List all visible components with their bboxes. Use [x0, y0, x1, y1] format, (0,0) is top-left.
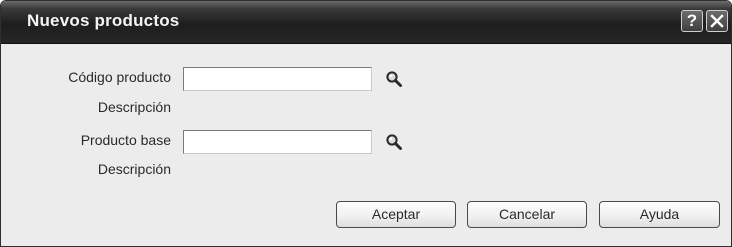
- base-product-search-icon[interactable]: [385, 133, 403, 151]
- new-products-dialog: Nuevos productos ? Código producto Descr…: [0, 0, 732, 247]
- product-code-search-icon[interactable]: [385, 70, 403, 88]
- accept-button[interactable]: Aceptar: [336, 201, 456, 228]
- base-product-input[interactable]: [183, 130, 372, 154]
- product-code-input[interactable]: [183, 67, 372, 91]
- close-button[interactable]: [706, 10, 728, 32]
- description-2-label: Descripción: [97, 161, 171, 177]
- title-bar[interactable]: Nuevos productos ?: [1, 1, 731, 44]
- help-title-button[interactable]: ?: [681, 10, 703, 32]
- dialog-title: Nuevos productos: [27, 11, 180, 30]
- cancel-button[interactable]: Cancelar: [467, 201, 587, 228]
- help-button[interactable]: Ayuda: [599, 201, 720, 228]
- base-product-label: Producto base: [80, 132, 171, 148]
- close-icon: [710, 14, 724, 28]
- description-1-label: Descripción: [97, 99, 171, 115]
- product-code-label: Código producto: [68, 69, 171, 85]
